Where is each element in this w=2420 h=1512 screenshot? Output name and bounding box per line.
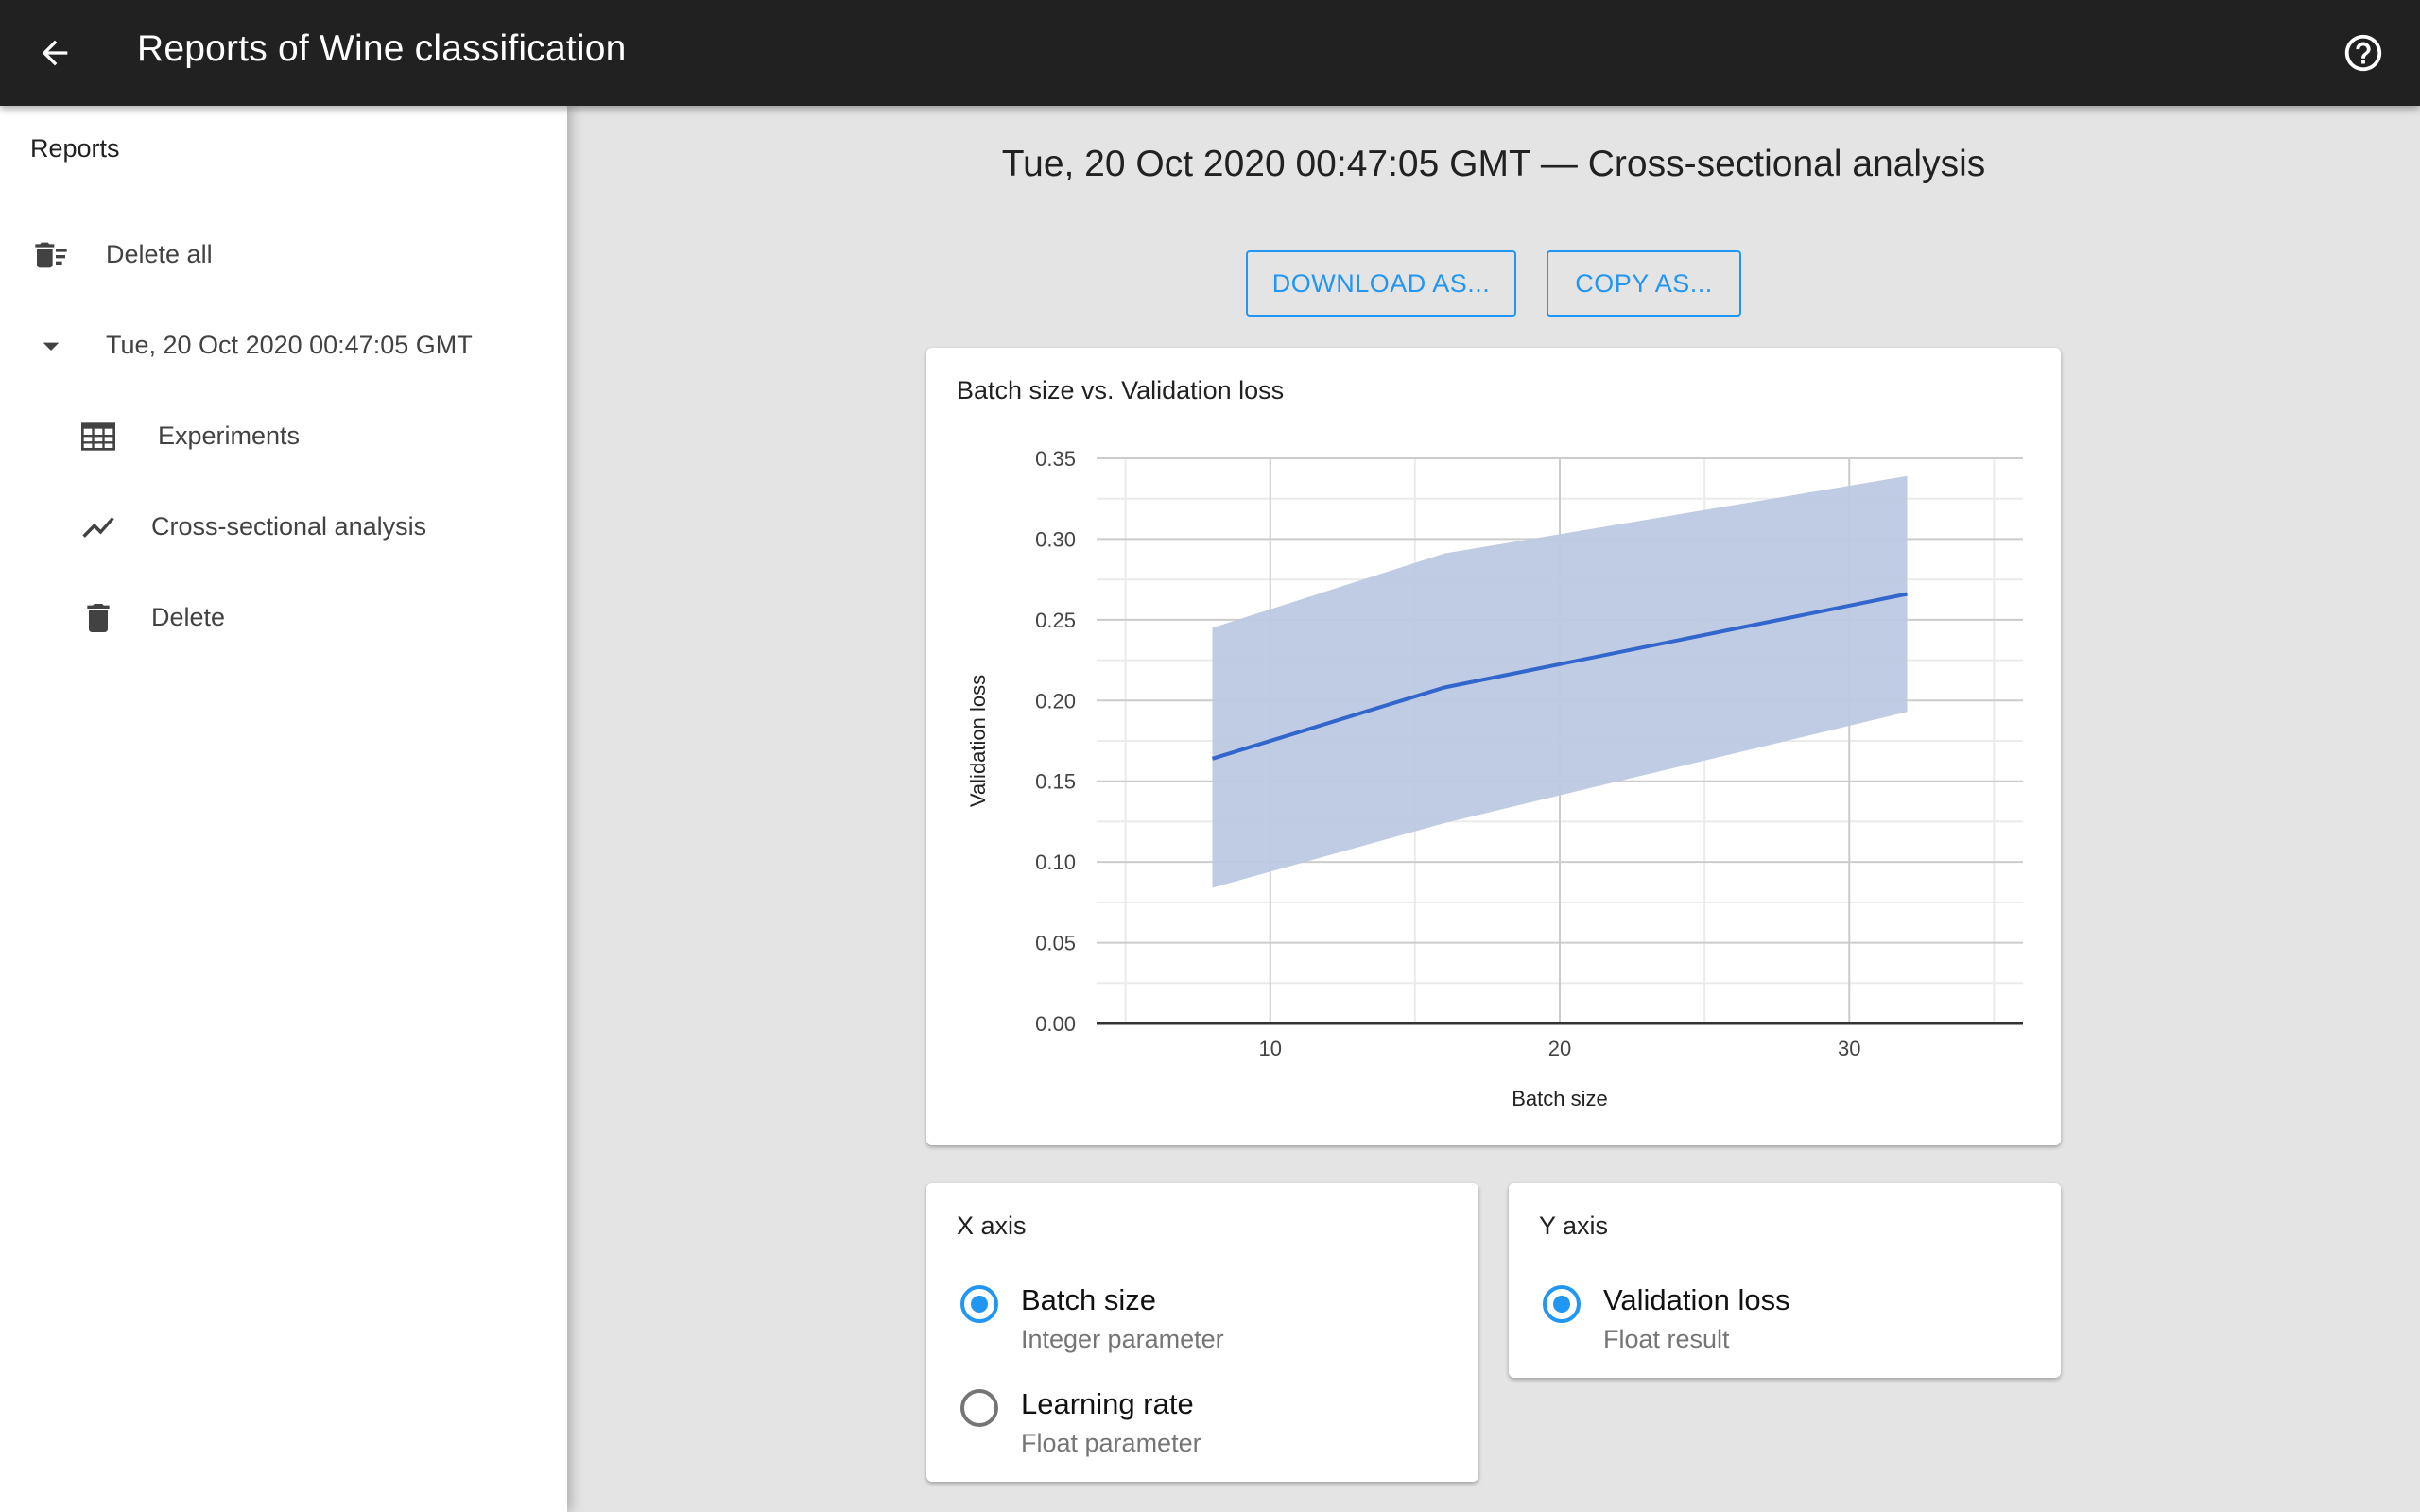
option-label: Batch size: [1021, 1283, 1157, 1316]
y-tick-label: 0.35: [1035, 447, 1076, 471]
x-axis-option-learning-rate[interactable]: Learning rate Float parameter: [957, 1383, 1448, 1469]
app-bar: Reports of Wine classification: [0, 0, 2420, 106]
radio-checked[interactable]: [960, 1285, 998, 1323]
help-circle-icon: [2344, 34, 2382, 72]
sidebar-item-label: Experiments: [158, 421, 301, 450]
y-tick-label: 0.20: [1035, 689, 1076, 713]
y-tick-label: 0.25: [1035, 609, 1076, 632]
radio-unchecked[interactable]: [960, 1389, 998, 1427]
sidebar-item-label: Cross-sectional analysis: [151, 512, 427, 541]
option-sublabel: Integer parameter: [1021, 1325, 1224, 1353]
sidebar-item-cross-sectional-analysis[interactable]: Cross-sectional analysis: [0, 490, 567, 565]
sidebar-item-label: Delete: [151, 603, 226, 631]
sidebar-item-report-date[interactable]: Tue, 20 Oct 2020 00:47:05 GMT: [0, 308, 567, 384]
back-button[interactable]: [32, 30, 78, 76]
sidebar-item-delete-all[interactable]: Delete all: [0, 217, 567, 293]
chart-card: Batch size vs. Validation loss 0.00 0.05 0…: [926, 348, 2061, 1145]
help-button[interactable]: [2341, 30, 2386, 76]
chart: 0.00 0.05 0.10 0.15 0.20 0.25 0.30 0.35 10 20 30 B…: [966, 447, 2023, 1110]
y-tick-label: 0.00: [1035, 1012, 1076, 1036]
download-as-button[interactable]: DOWNLOAD AS...: [1246, 250, 1516, 317]
x-tick-label: 20: [1548, 1037, 1571, 1060]
x-axis-option-batch-size[interactable]: Batch size Integer parameter: [957, 1280, 1448, 1365]
arrow-back-icon: [42, 40, 68, 66]
y-axis-label: Validation loss: [966, 675, 990, 807]
x-axis-panel: X axis Batch size Integer parameter Lear…: [926, 1183, 1478, 1482]
sidebar-item-label: Tue, 20 Oct 2020 00:47:05 GMT: [106, 331, 473, 359]
sidebar: Reports Delete all Tue, 20 Oct 2020 00:4…: [0, 106, 567, 1512]
x-tick-label: 10: [1259, 1037, 1282, 1060]
y-axis-panel-title: Y axis: [1539, 1211, 1609, 1240]
y-axis-panel: Y axis Validation loss Float result: [1509, 1183, 2061, 1378]
page-title: Tue, 20 Oct 2020 00:47:05 GMT — Cross-se…: [1001, 144, 1986, 184]
sidebar-item-experiments[interactable]: Experiments: [0, 399, 567, 474]
option-label: Learning rate: [1021, 1387, 1194, 1420]
radio-checked[interactable]: [1543, 1285, 1581, 1323]
option-label: Validation loss: [1603, 1283, 1790, 1316]
x-tick-label: 30: [1838, 1037, 1860, 1060]
y-tick-label: 0.15: [1035, 770, 1076, 794]
app-title: Reports of Wine classification: [137, 28, 627, 69]
sidebar-header: Reports: [30, 134, 120, 163]
sidebar-item-label: Delete all: [106, 240, 213, 268]
delete-icon: [79, 599, 117, 637]
x-axis-panel-title: X axis: [957, 1211, 1027, 1240]
arrow-drop-down-icon: [32, 327, 70, 365]
y-tick-label: 0.05: [1035, 932, 1076, 955]
show-chart-icon: [79, 508, 117, 546]
delete-sweep-icon: [32, 236, 70, 274]
table-icon: [79, 418, 117, 455]
y-tick-label: 0.10: [1035, 850, 1076, 874]
option-sublabel: Float result: [1603, 1325, 1730, 1353]
x-axis-label: Batch size: [1512, 1087, 1608, 1110]
y-axis-option-validation-loss[interactable]: Validation loss Float result: [1539, 1280, 2031, 1365]
copy-as-button[interactable]: COPY AS...: [1547, 250, 1741, 317]
option-sublabel: Float parameter: [1021, 1429, 1201, 1457]
y-tick-label: 0.30: [1035, 527, 1076, 551]
sidebar-item-delete[interactable]: Delete: [0, 580, 567, 656]
